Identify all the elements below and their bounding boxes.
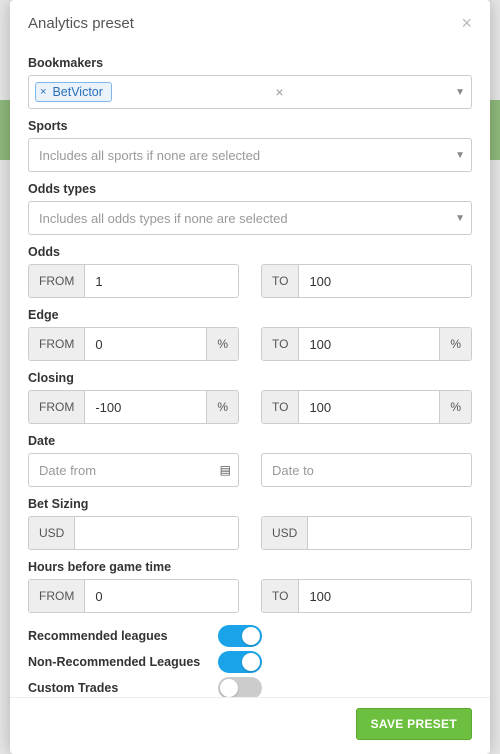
closing-label: Closing xyxy=(28,371,472,385)
analytics-preset-modal: Analytics preset × Bookmakers × BetVicto… xyxy=(10,0,490,754)
clear-all-icon[interactable]: × xyxy=(275,84,283,100)
modal-footer: SAVE PRESET xyxy=(10,697,490,754)
currency-addon: USD xyxy=(262,517,308,549)
percent-addon: % xyxy=(206,391,238,423)
odds-types-label: Odds types xyxy=(28,182,472,196)
from-addon: FROM xyxy=(29,265,85,297)
closing-to-input[interactable] xyxy=(299,391,439,423)
edge-from-group: FROM % xyxy=(28,327,239,361)
chevron-down-icon[interactable]: ▼ xyxy=(455,213,465,224)
sports-placeholder: Includes all sports if none are selected xyxy=(35,148,260,163)
closing-from-input[interactable] xyxy=(85,391,206,423)
hours-from-input[interactable] xyxy=(85,580,238,612)
odds-from-input[interactable] xyxy=(85,265,238,297)
closing-from-group: FROM % xyxy=(28,390,239,424)
recommended-leagues-toggle[interactable] xyxy=(218,625,262,647)
currency-addon: USD xyxy=(29,517,75,549)
odds-types-select[interactable]: Includes all odds types if none are sele… xyxy=(28,201,472,235)
custom-trades-label: Custom Trades xyxy=(28,681,218,695)
sports-select[interactable]: Includes all sports if none are selected… xyxy=(28,138,472,172)
tag-remove-icon[interactable]: × xyxy=(40,86,46,98)
bet-sizing-from-group: USD xyxy=(28,516,239,550)
calendar-icon[interactable]: ▤ xyxy=(220,463,231,477)
sports-label: Sports xyxy=(28,119,472,133)
bookmakers-select[interactable]: × BetVictor × ▼ xyxy=(28,75,472,109)
date-label: Date xyxy=(28,434,472,448)
percent-addon: % xyxy=(439,391,471,423)
to-addon: TO xyxy=(262,580,299,612)
edge-to-group: TO % xyxy=(261,327,472,361)
recommended-leagues-label: Recommended leagues xyxy=(28,629,218,643)
chevron-down-icon[interactable]: ▼ xyxy=(455,87,465,98)
odds-to-input[interactable] xyxy=(299,265,471,297)
save-preset-button[interactable]: SAVE PRESET xyxy=(356,708,472,740)
percent-addon: % xyxy=(206,328,238,360)
bet-sizing-from-input[interactable] xyxy=(75,517,238,549)
modal-header: Analytics preset × xyxy=(10,0,490,40)
bet-sizing-to-group: USD xyxy=(261,516,472,550)
hours-to-input[interactable] xyxy=(299,580,471,612)
modal-title: Analytics preset xyxy=(28,15,134,32)
bookmakers-label: Bookmakers xyxy=(28,56,472,70)
bet-sizing-label: Bet Sizing xyxy=(28,497,472,511)
tag-label: BetVictor xyxy=(52,85,103,99)
non-recommended-leagues-toggle[interactable] xyxy=(218,651,262,673)
odds-to-group: TO xyxy=(261,264,472,298)
modal-body: Bookmakers × BetVictor × ▼ Sports Includ… xyxy=(10,40,490,697)
date-from-input[interactable] xyxy=(28,453,239,487)
date-to-input[interactable] xyxy=(261,453,472,487)
from-addon: FROM xyxy=(29,328,85,360)
odds-from-group: FROM xyxy=(28,264,239,298)
to-addon: TO xyxy=(262,265,299,297)
closing-to-group: TO % xyxy=(261,390,472,424)
custom-trades-toggle[interactable] xyxy=(218,677,262,697)
hours-to-group: TO xyxy=(261,579,472,613)
odds-types-placeholder: Includes all odds types if none are sele… xyxy=(35,211,288,226)
non-recommended-leagues-label: Non-Recommended Leagues xyxy=(28,655,218,669)
edge-label: Edge xyxy=(28,308,472,322)
hours-label: Hours before game time xyxy=(28,560,472,574)
to-addon: TO xyxy=(262,328,299,360)
to-addon: TO xyxy=(262,391,299,423)
odds-label: Odds xyxy=(28,245,472,259)
chevron-down-icon[interactable]: ▼ xyxy=(455,150,465,161)
bet-sizing-to-input[interactable] xyxy=(308,517,471,549)
bookmaker-tag: × BetVictor xyxy=(35,82,112,102)
edge-to-input[interactable] xyxy=(299,328,439,360)
edge-from-input[interactable] xyxy=(85,328,206,360)
hours-from-group: FROM xyxy=(28,579,239,613)
percent-addon: % xyxy=(439,328,471,360)
close-icon[interactable]: × xyxy=(461,14,472,32)
from-addon: FROM xyxy=(29,391,85,423)
from-addon: FROM xyxy=(29,580,85,612)
